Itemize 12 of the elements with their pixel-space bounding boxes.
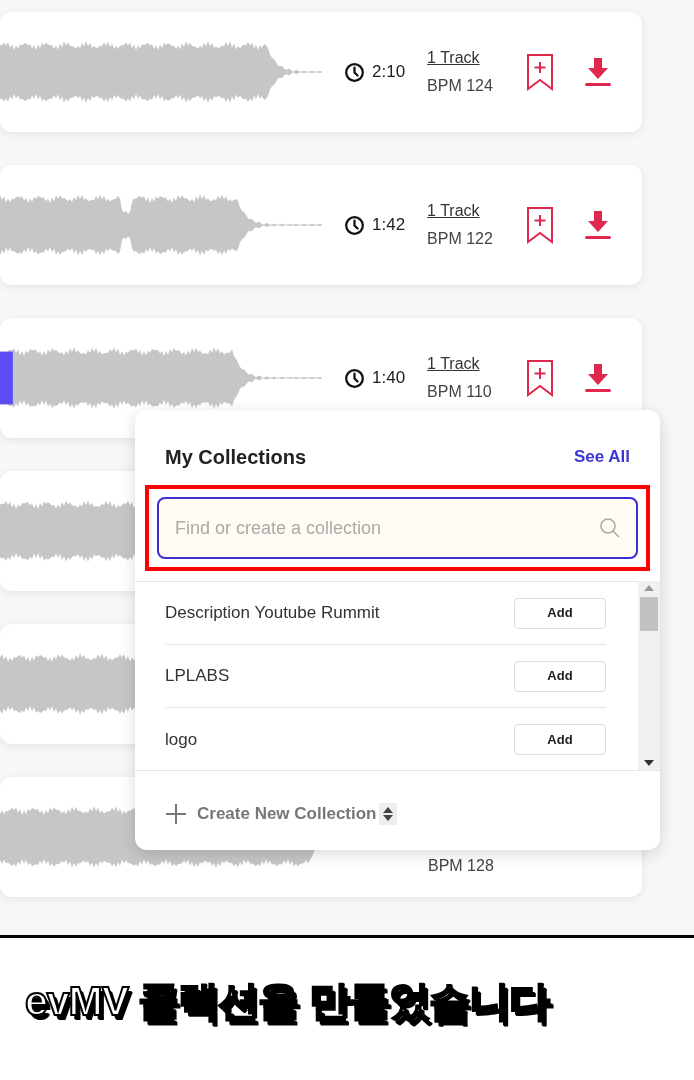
- bpm-label: BPM 110: [427, 382, 492, 402]
- collection-name: logo: [165, 728, 198, 751]
- bpm-label: BPM 128: [428, 856, 494, 876]
- bpm-label: BPM 122: [427, 229, 493, 249]
- track-duration: 1:40: [372, 367, 406, 390]
- collection-name: LPLABS: [165, 665, 230, 688]
- collection-name: Description Youtube Rummit: [165, 602, 380, 625]
- track-duration: 2:10: [372, 61, 406, 84]
- video-caption: evMV 콜렉션을 만들었습니다: [22, 971, 557, 1037]
- track-duration: 1:42: [372, 214, 406, 237]
- bpm-label: BPM 124: [427, 76, 493, 96]
- popup-title: My Collections: [165, 445, 307, 470]
